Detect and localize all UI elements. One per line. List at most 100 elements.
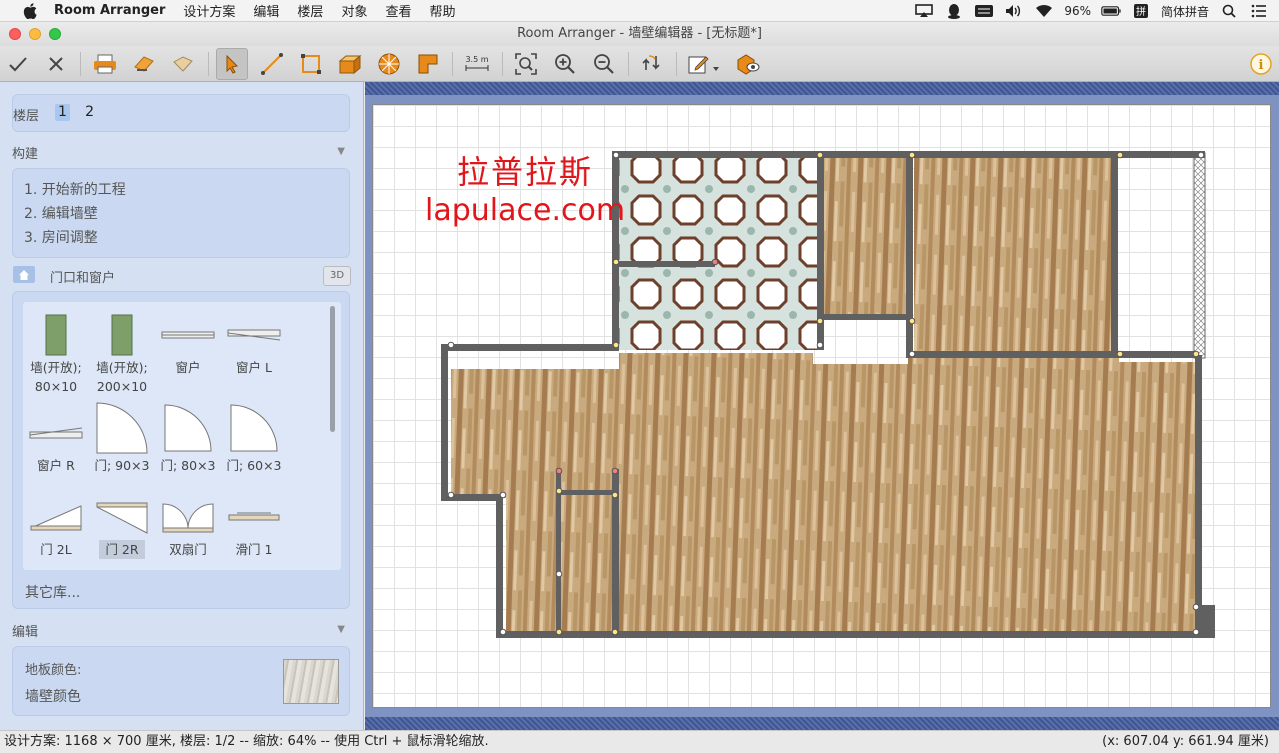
library-item-window-r[interactable]: 窗户 R <box>23 410 89 475</box>
menu-object[interactable]: 对象 <box>341 1 367 20</box>
floor-tab-2[interactable]: 2 <box>82 104 97 121</box>
chevron-down-icon[interactable]: ▼ <box>337 146 345 157</box>
app-menu[interactable]: Room Arranger <box>54 3 165 18</box>
library-item-door-90[interactable]: 门; 90×3 <box>89 400 155 475</box>
input-method-icon[interactable]: 拼 <box>1131 3 1151 19</box>
wall-color-label[interactable]: 墙壁颜色 <box>25 686 81 706</box>
window-minimize-button[interactable] <box>29 28 41 40</box>
airplay-icon[interactable] <box>914 3 934 19</box>
zoom-out-icon[interactable] <box>588 48 620 80</box>
toolbar-separator <box>676 52 677 76</box>
input-method-label[interactable]: 简体拼音 <box>1161 3 1209 20</box>
corner-icon[interactable] <box>412 48 444 80</box>
edit-icon[interactable] <box>684 48 724 80</box>
status-bar: 设计方案: 1168 × 700 厘米, 楼层: 1/2 -- 缩放: 64% … <box>0 730 1279 753</box>
battery-icon[interactable] <box>1101 3 1121 19</box>
library-item-door-2r[interactable]: 门 2R <box>89 494 155 559</box>
object-library-panel: 墙(开放);80×10 墙(开放);200×10 窗户 窗户 L 窗户 R <box>12 291 350 609</box>
floor-color-label: 地板颜色: <box>25 663 82 678</box>
spotlight-search-icon[interactable] <box>1219 3 1239 19</box>
line-icon[interactable] <box>256 48 288 80</box>
library-item-window-l[interactable]: 窗户 L <box>221 312 287 377</box>
balcony-railing[interactable] <box>1193 152 1206 359</box>
library-item-door-2l[interactable]: 门 2L <box>23 494 89 559</box>
print-icon[interactable] <box>89 48 121 80</box>
info-icon[interactable]: i <box>1245 48 1277 80</box>
zoom-in-icon[interactable] <box>549 48 581 80</box>
menu-bar: Room Arranger 设计方案 编辑 楼层 对象 查看 帮助 96% 拼 … <box>0 0 1279 22</box>
window-zoom-button[interactable] <box>49 28 61 40</box>
measure-icon[interactable]: 3.5 m <box>461 48 493 80</box>
export-icon[interactable] <box>167 48 199 80</box>
3d-toggle-button[interactable]: 3D <box>323 266 351 286</box>
library-item-window[interactable]: 窗户 <box>155 312 221 377</box>
volume-icon[interactable] <box>1004 3 1024 19</box>
canvas-ruler-top <box>365 82 1279 95</box>
window-title: Room Arranger - 墙壁编辑器 - [无标题*] <box>517 26 762 41</box>
notification-center-icon[interactable] <box>1249 3 1269 19</box>
toolbar-separator <box>208 52 209 76</box>
window-title-bar: Room Arranger - 墙壁编辑器 - [无标题*] <box>0 22 1279 46</box>
other-libraries-link[interactable]: 其它库... <box>25 582 80 602</box>
floor-plan-canvas-area: 拉普拉斯 lapulace.com <box>365 82 1279 730</box>
rectangle-icon[interactable] <box>295 48 327 80</box>
menu-view[interactable]: 查看 <box>385 1 411 20</box>
zoom-fit-icon[interactable] <box>510 48 542 80</box>
wall-icon[interactable] <box>334 48 366 80</box>
doors-windows-label: 门口和窗户 <box>50 271 116 286</box>
edit-panel: 地板颜色: 墙壁颜色 <box>12 646 350 716</box>
svg-text:i: i <box>1259 58 1264 73</box>
battery-percent: 96% <box>1064 4 1091 18</box>
chevron-down-icon[interactable]: ▼ <box>337 624 345 635</box>
floor-texture-swatch[interactable] <box>283 659 339 704</box>
object-library-grid: 墙(开放);80×10 墙(开放);200×10 窗户 窗户 L 窗户 R <box>23 302 341 570</box>
window-close-button[interactable] <box>9 28 21 40</box>
cancel-icon[interactable] <box>40 48 72 80</box>
small-room-floor[interactable] <box>823 158 910 318</box>
step-edit-walls[interactable]: 2. 编辑墙壁 <box>24 202 349 226</box>
messages-icon[interactable] <box>974 3 994 19</box>
menu-help[interactable]: 帮助 <box>429 1 455 20</box>
watermark-url: lapulace.com <box>425 193 626 228</box>
floor-tab-1[interactable]: 1 <box>55 104 70 121</box>
status-cursor-coordinates: (x: 607.04 y: 661.94 厘米) <box>1102 734 1269 749</box>
menu-design[interactable]: 设计方案 <box>183 1 235 20</box>
toolbar-separator <box>628 52 629 76</box>
menu-edit[interactable]: 编辑 <box>253 1 279 20</box>
3d-view-icon[interactable] <box>732 48 764 80</box>
library-scrollbar[interactable] <box>330 306 335 432</box>
floors-label: 楼层 <box>13 109 40 124</box>
confirm-icon[interactable] <box>2 48 34 80</box>
canvas-ruler-bottom <box>365 717 1279 730</box>
tiled-bathroom-floor[interactable] <box>617 158 820 350</box>
step-new-project[interactable]: 1. 开始新的工程 <box>24 178 349 202</box>
toolbar-separator <box>452 52 453 76</box>
step-adjust-rooms[interactable]: 3. 房间调整 <box>24 226 349 250</box>
library-item-door-80[interactable]: 门; 80×3 <box>155 400 221 475</box>
build-steps-panel: 1. 开始新的工程 2. 编辑墙壁 3. 房间调整 <box>12 168 350 258</box>
import-icon[interactable] <box>128 48 160 80</box>
library-item-double-door[interactable]: 双扇门 <box>155 494 221 559</box>
sidebar: 楼层 1 2 构建 ▼ 1. 开始新的工程 2. 编辑墙壁 3. 房间调整 门口… <box>0 82 364 730</box>
menu-floor[interactable]: 楼层 <box>297 1 323 20</box>
qq-icon[interactable] <box>944 3 964 19</box>
toolbar-separator <box>80 52 81 76</box>
arc-icon[interactable] <box>373 48 405 80</box>
house-icon <box>13 266 35 283</box>
svg-text:3.5 m: 3.5 m <box>465 55 488 64</box>
edit-section-label: 编辑 <box>12 625 39 640</box>
library-item-wall-200[interactable]: 墙(开放); 200×10 <box>89 312 155 396</box>
select-icon[interactable] <box>216 48 248 80</box>
build-section-label: 构建 <box>12 147 39 162</box>
library-item-door-60[interactable]: 门; 60×3 <box>221 400 287 475</box>
library-item-wall-80[interactable]: 墙(开放); 80×10 <box>23 312 89 396</box>
wifi-icon[interactable] <box>1034 3 1054 19</box>
bedroom-floor[interactable] <box>914 158 1117 354</box>
floors-panel: 楼层 1 2 <box>12 94 350 132</box>
svg-text:拼: 拼 <box>1136 5 1146 18</box>
apple-menu-icon[interactable] <box>20 2 40 19</box>
rotate-icon[interactable] <box>636 48 668 80</box>
watermark-chinese: 拉普拉斯 <box>457 153 594 191</box>
status-design-info: 设计方案: 1168 × 700 厘米, 楼层: 1/2 -- 缩放: 64% … <box>4 734 489 749</box>
library-item-sliding-door[interactable]: 滑门 1 <box>221 494 287 559</box>
